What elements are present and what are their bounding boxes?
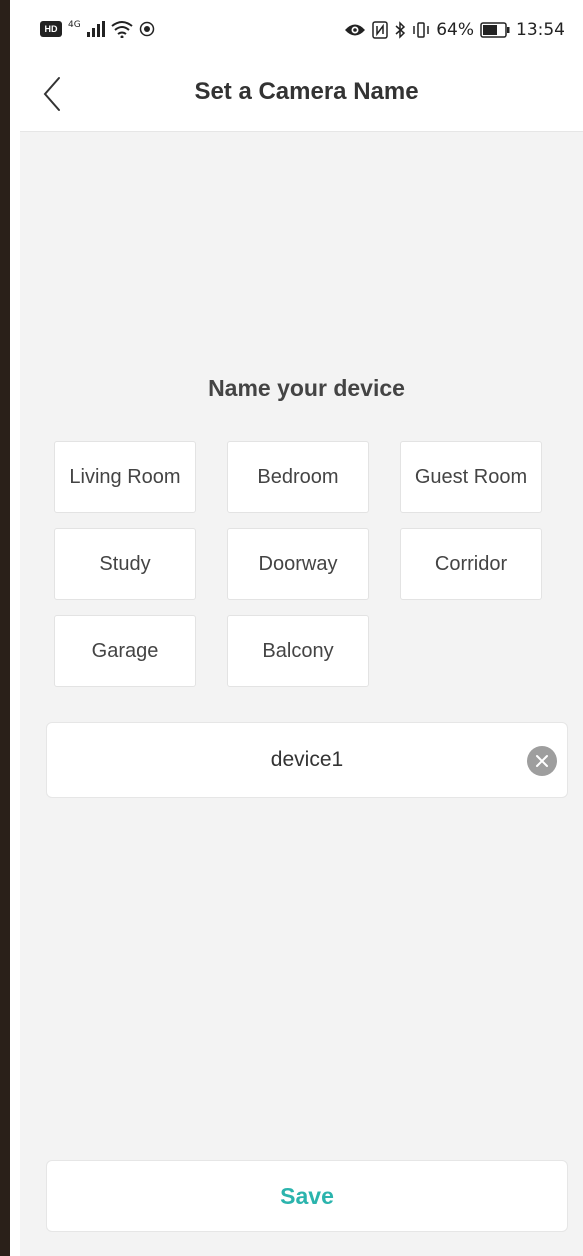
preset-chip-corridor[interactable]: Corridor xyxy=(400,528,542,600)
preset-chip-study[interactable]: Study xyxy=(54,528,196,600)
section-title: Name your device xyxy=(208,375,405,401)
hd-badge: HD xyxy=(40,21,62,37)
battery-icon xyxy=(480,22,510,38)
clock: 13:54 xyxy=(516,20,565,40)
status-right: 64% 13:54 xyxy=(344,20,565,40)
battery-percent: 64% xyxy=(436,20,474,40)
nav-header: Set a Camera Name xyxy=(20,62,583,132)
wifi-icon xyxy=(111,21,133,38)
preset-chip-garage[interactable]: Garage xyxy=(54,615,196,687)
preset-chip-living-room[interactable]: Living Room xyxy=(54,441,196,513)
signal-icon xyxy=(86,21,105,37)
vibrate-icon xyxy=(413,22,429,38)
status-left: HD 4G xyxy=(40,20,155,38)
nfc-icon xyxy=(372,21,388,39)
save-button[interactable]: Save xyxy=(46,1160,568,1232)
app-frame: HD 4G 64% 13:54 Set a Camera Name Name y… xyxy=(0,0,583,1256)
eye-icon xyxy=(345,24,366,36)
clear-button[interactable] xyxy=(527,746,557,776)
preset-chip-balcony[interactable]: Balcony xyxy=(227,615,369,687)
bluetooth-icon xyxy=(395,21,406,39)
close-icon xyxy=(536,755,548,767)
location-icon xyxy=(139,21,154,37)
page-title: Set a Camera Name xyxy=(194,78,419,105)
preset-chip-doorway[interactable]: Doorway xyxy=(227,528,369,600)
device-name-input[interactable] xyxy=(47,723,567,797)
network-type: 4G xyxy=(68,20,81,30)
main-content: Name your device Living Room Bedroom Gue… xyxy=(20,132,583,1256)
status-bar: HD 4G 64% 13:54 xyxy=(20,0,583,62)
preset-chip-guest-room[interactable]: Guest Room xyxy=(400,441,542,513)
preset-chip-bedroom[interactable]: Bedroom xyxy=(227,441,369,513)
device-name-field xyxy=(46,722,568,798)
